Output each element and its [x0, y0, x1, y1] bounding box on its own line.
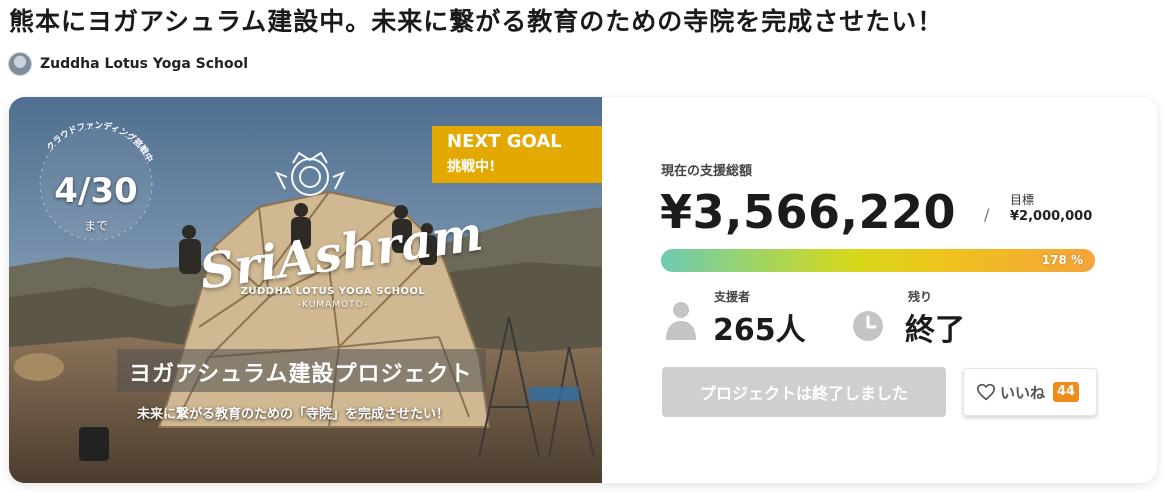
total-funding-amount: ¥3,566,220: [660, 185, 957, 239]
clock-icon: [853, 311, 883, 341]
hero-image: クラウドファンディング挑戦中 4/30 まで NEXT GOAL 挑戦中! Sr…: [9, 97, 602, 483]
logo-city: -KUMAMOTO-: [297, 300, 369, 310]
logo-school-name: ZUDDHA LOTUS YOGA SCHOOL: [240, 286, 426, 297]
owner-name[interactable]: Zuddha Lotus Yoga School: [40, 56, 248, 72]
hero-banner-title: ヨガアシュラム建設プロジェクト: [117, 349, 487, 392]
goal-separator: /: [984, 205, 990, 224]
remaining-label: 残り: [908, 290, 933, 304]
remaining-value: 終了: [905, 313, 965, 348]
deadline-date: 4/30: [54, 171, 138, 211]
funding-stats-panel: 現在の支援総額 ¥3,566,220 / 目標 ¥2,000,000 178 %…: [602, 97, 1157, 483]
project-title: 熊本にヨガアシュラム建設中。未来に繋がる教育のための寺院を完成させたい！: [9, 7, 944, 36]
total-funding-label: 現在の支援総額: [661, 164, 753, 179]
owner-avatar[interactable]: [8, 52, 32, 76]
deadline-badge: クラウドファンディング挑戦中 4/30 まで: [27, 115, 165, 253]
funding-progress-fill: [661, 249, 1095, 272]
deadline-suffix: まで: [83, 219, 108, 233]
backers-count: 265人: [713, 313, 806, 348]
project-card: クラウドファンディング挑戦中 4/30 まで NEXT GOAL 挑戦中! Sr…: [9, 97, 1157, 483]
goal-label: 目標: [1010, 193, 1035, 207]
owner-link[interactable]: Zuddha Lotus Yoga School: [8, 52, 248, 76]
next-goal-status: 挑戦中!: [447, 159, 496, 175]
next-goal-badge: NEXT GOAL 挑戦中!: [432, 126, 602, 183]
like-button[interactable]: いいね 44: [963, 368, 1097, 416]
person-icon: [666, 302, 696, 340]
goal-amount: ¥2,000,000: [1010, 209, 1093, 224]
like-count-badge: 44: [1053, 382, 1080, 402]
funding-progress-percent: 178 %: [1041, 253, 1083, 267]
heart-icon: [976, 383, 995, 401]
funding-progress-bar: 178 %: [661, 249, 1095, 272]
like-label: いいね: [1000, 383, 1046, 402]
project-ended-button[interactable]: プロジェクトは終了しました: [662, 367, 946, 417]
hero-banner-subtitle: 未来に繋がる教育のための「寺院」を完成させたい！: [137, 407, 450, 422]
next-goal-title: NEXT GOAL: [447, 131, 562, 152]
backers-label: 支援者: [714, 290, 751, 304]
